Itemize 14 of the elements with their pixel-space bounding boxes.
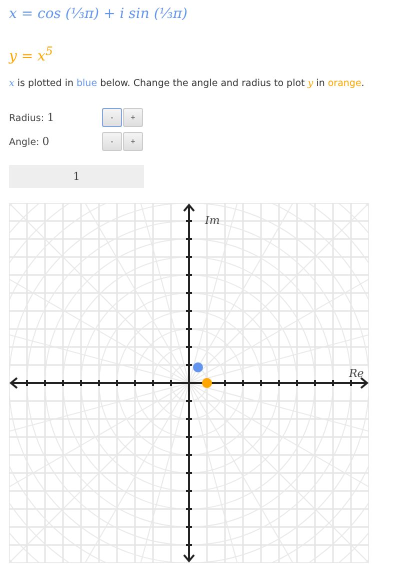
control-label: Angle: 0 xyxy=(9,134,50,148)
control-label: Radius: 1 xyxy=(9,110,56,124)
equation: y = x$^{5}$ xyxy=(8,43,54,67)
step-button[interactable]: - xyxy=(102,108,122,126)
step-button[interactable]: - xyxy=(102,132,122,150)
step-button[interactable]: + xyxy=(123,132,143,150)
axis-label: Re xyxy=(349,367,364,380)
equation: x = cos (⅓π) + i sin (⅓π) xyxy=(8,5,189,24)
plot-point xyxy=(193,362,203,372)
plot-point xyxy=(202,378,212,388)
output-box: 1 xyxy=(9,165,144,188)
axis-label: Im xyxy=(205,214,220,227)
instruction-text: x is plotted in blue below. Change the angle and radius to plot y in orange. xyxy=(9,78,364,89)
step-button[interactable]: + xyxy=(123,108,143,126)
